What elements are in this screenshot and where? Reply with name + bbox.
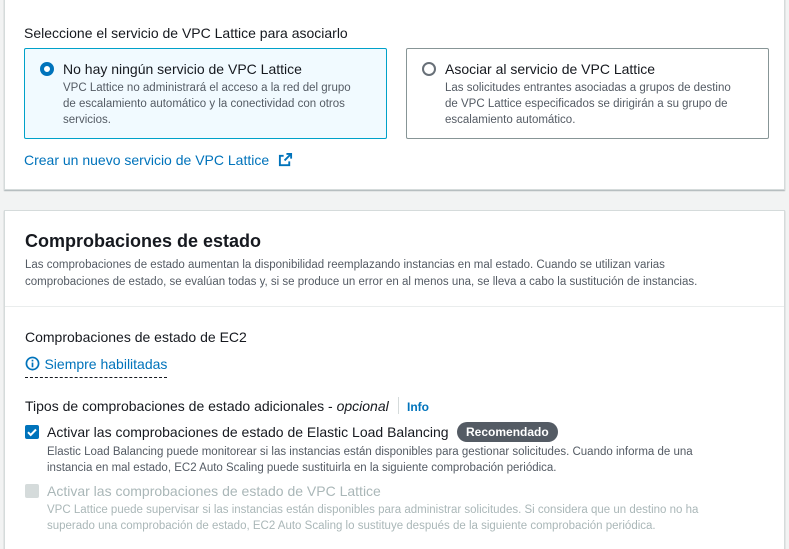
additional-health-checks-label: Tipos de comprobaciones de estado adicio… [25,398,389,414]
elb-health-check-label[interactable]: Activar las comprobaciones de estado de … [47,424,449,440]
ec2-health-check-label: Comprobaciones de estado de EC2 [25,329,247,345]
info-link[interactable]: Info [407,400,429,414]
section-divider [5,306,784,307]
vpc-lattice-health-check-checkbox[interactable] [25,484,39,498]
radio-button-unselected[interactable] [422,62,436,76]
radio-option-description: VPC Lattice no administrará el acceso a … [63,82,351,126]
health-checks-title: Comprobaciones de estado [25,231,262,251]
ec2-always-enabled-popover[interactable]: Siempre habilitadas [25,354,168,378]
radio-button-selected[interactable] [40,62,54,76]
create-lattice-service-link[interactable]: Crear un nuevo servicio de VPC Lattice [24,150,293,170]
vpc-lattice-panel: Seleccione el servicio de VPC Lattice pa… [4,0,785,190]
health-checks-description: Las comprobaciones de estado aumentan la… [25,259,698,288]
checkmark-icon [27,428,37,437]
create-lattice-link-text[interactable]: Crear un nuevo servicio de VPC Lattice [24,152,269,168]
radio-option-label: Asociar al servicio de VPC Lattice [445,61,656,77]
elb-health-check-checkbox[interactable] [25,425,39,439]
vpc-lattice-health-check-label: Activar las comprobaciones de estado de … [47,483,381,499]
vpc-lattice-section-label: Seleccione el servicio de VPC Lattice pa… [24,25,348,41]
label-separator [398,397,399,414]
vpc-lattice-health-check-description: VPC Lattice puede supervisar si las inst… [47,504,699,532]
radio-option-label: No hay ningún servicio de VPC Lattice [63,61,302,77]
ec2-status-text[interactable]: Siempre habilitadas [44,356,167,372]
radio-card-associate-lattice[interactable]: Asociar al servicio de VPC Lattice Las s… [406,48,769,139]
recommended-badge: Recomendado [457,422,558,442]
elb-health-check-description: Elastic Load Balancing puede monitorear … [47,446,693,474]
radio-option-description: Las solicitudes entrantes asociadas a gr… [445,82,731,126]
radio-card-no-lattice[interactable]: No hay ningún servicio de VPC Lattice VP… [24,48,387,139]
external-link-icon [278,152,292,167]
info-icon [25,356,40,371]
health-checks-panel: Comprobaciones de estado Las comprobacio… [4,210,785,549]
